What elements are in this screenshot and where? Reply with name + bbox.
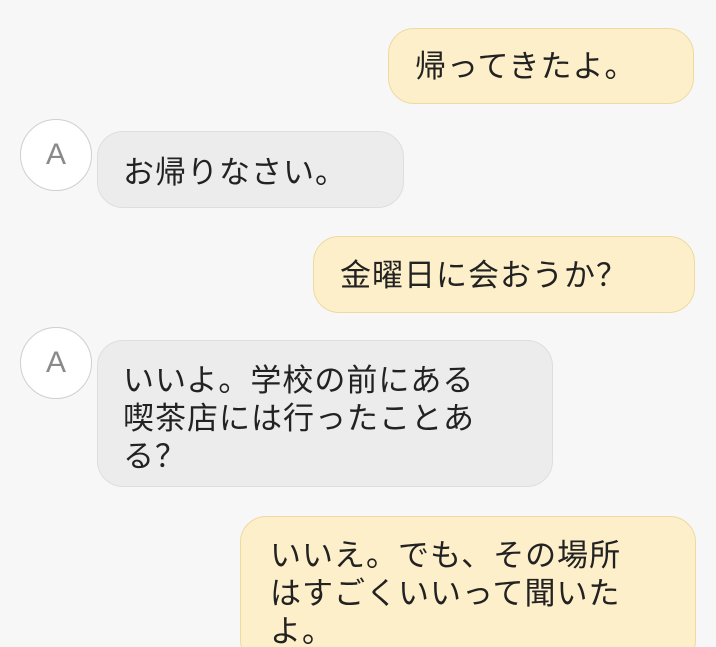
- avatar-letter: A: [45, 138, 66, 171]
- contact-avatar[interactable]: A: [20, 327, 92, 399]
- message-text: 帰ってきたよ。: [415, 49, 637, 85]
- sent-message-bubble[interactable]: 帰ってきたよ。: [388, 28, 694, 104]
- received-message-bubble[interactable]: お帰りなさい。: [97, 131, 404, 208]
- message-text: 金曜日に会おうか？: [340, 258, 628, 294]
- avatar-letter: A: [45, 346, 66, 379]
- chat-thread: 帰ってきたよ。 A お帰りなさい。 金曜日に会おうか？ A いいよ。学校の前にあ…: [0, 0, 716, 647]
- received-message-bubble[interactable]: いいよ。学校の前にある 喫茶店には行ったことあ る？: [97, 340, 553, 487]
- contact-avatar[interactable]: A: [20, 119, 92, 191]
- sent-message-bubble[interactable]: 金曜日に会おうか？: [313, 236, 695, 313]
- message-text: いいよ。学校の前にある 喫茶店には行ったことあ る？: [123, 363, 475, 475]
- message-text: いいえ。でも、その場所 はすごくいいって聞いた よ。: [270, 538, 622, 647]
- sent-message-bubble[interactable]: いいえ。でも、その場所 はすごくいいって聞いた よ。: [240, 516, 696, 647]
- message-text: お帰りなさい。: [123, 155, 347, 191]
